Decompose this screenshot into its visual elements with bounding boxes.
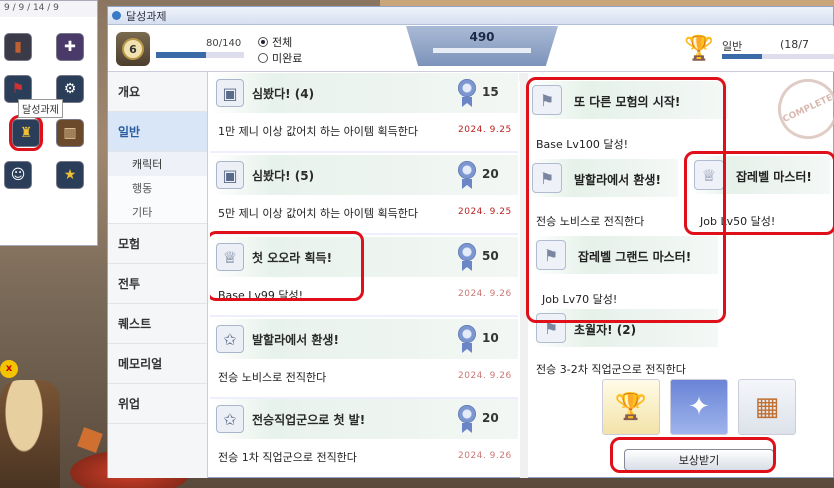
floppy-icon: ▣	[216, 161, 244, 189]
list-item[interactable]: ✩ 발할라에서 환생! 10 전승 노비스로 전직한다 2024. 9.26	[210, 319, 518, 399]
medal-icon	[458, 405, 478, 433]
list-item[interactable]: ▣ 심봤다! (5) 20 5만 제니 이상 값어치 하는 아이템 획득한다 2…	[210, 155, 518, 235]
achievement-window: 달성과제 6 80/140 전체 미완료 490 🏆 일반 (18/7 개요 일…	[107, 6, 834, 478]
highlight-achievement	[9, 115, 43, 151]
map-book-icon[interactable]: ▥	[56, 119, 84, 147]
filter-incomplete[interactable]: 미완료	[258, 50, 302, 66]
progress-bar	[156, 52, 244, 58]
card-points: 15	[482, 85, 499, 99]
sidebar-item-feat[interactable]: 위업	[108, 384, 207, 424]
level-number: 6	[122, 38, 144, 60]
radio-icon[interactable]	[258, 37, 268, 47]
window-titlebar[interactable]: 달성과제	[108, 7, 833, 25]
points-bar	[433, 48, 531, 53]
highlight-aura	[210, 231, 364, 301]
card-date: 2024. 9.26	[458, 289, 512, 299]
sidebar-sub-etc[interactable]: 기타	[108, 200, 207, 224]
tree-scrollbar[interactable]	[519, 73, 527, 81]
card-desc: 5만 제니 이상 값어치 하는 아이템 획득한다	[218, 207, 419, 220]
aura-reward-icon[interactable]: ✦	[670, 379, 728, 435]
card-title: 심봤다! (4)	[252, 87, 315, 101]
sidebar-item-adventure[interactable]: 모험	[108, 224, 207, 264]
filter-all[interactable]: 전체	[258, 34, 292, 50]
filter-all-label: 전체	[272, 36, 293, 49]
card-date: 2024. 9.26	[458, 451, 512, 461]
progress-text: 80/140	[206, 38, 242, 49]
sidebar-item-memorial[interactable]: 메모리얼	[108, 344, 207, 384]
complete-stamp: COMPLETE	[768, 69, 834, 149]
sidebar-item-combat[interactable]: 전투	[108, 264, 207, 304]
card-title: 전승직업군으로 첫 발!	[252, 413, 366, 427]
progress-fill	[156, 52, 207, 58]
quickbar-window: 9 / 9 / 14 / 9 ▮ ✚ ⚑ ⚙ ♜ ▥ ☺ ★ 달성과제	[0, 0, 98, 246]
card-points: 20	[482, 411, 499, 425]
category-sidebar: 개요 일반 캐릭터 행동 기타 모험 전투 퀘스트 메모리얼 위업	[108, 72, 208, 478]
divider	[210, 315, 518, 317]
card-title: 심봤다! (5)	[252, 169, 315, 183]
tooltip: 달성과제	[18, 99, 63, 118]
divider	[210, 151, 518, 153]
level-badge: 6	[116, 32, 150, 66]
card-points: 10	[482, 331, 499, 345]
total-points: 490	[469, 30, 495, 44]
radio-icon[interactable]	[258, 53, 268, 63]
card-desc: 전승 노비스로 전직한다	[218, 371, 327, 384]
card-points: 20	[482, 167, 499, 181]
box-reward-icon[interactable]: ▦	[738, 379, 796, 435]
sidebar-sub-character[interactable]: 캐릭터	[108, 152, 207, 176]
sidebar-item-general[interactable]: 일반	[108, 112, 207, 152]
card-desc: 전승 1차 직업군으로 전직한다	[218, 451, 357, 464]
trophy-icon: 🏆	[684, 34, 714, 62]
medal-icon	[458, 161, 478, 189]
quickbar-stats: 9 / 9 / 14 / 9	[0, 1, 97, 17]
medal-icon	[458, 243, 478, 271]
add-friend-icon[interactable]: ✚	[56, 33, 84, 61]
highlight-job-master	[684, 151, 834, 235]
card-date: 2024. 9.25	[458, 207, 512, 217]
rank-label: 일반	[722, 40, 743, 53]
medal-icon	[458, 325, 478, 353]
detail-panel: COMPLETE ⚑ 또 다른 모험의 시작! Base Lv100 달성! ⚑…	[526, 69, 834, 478]
sidebar-sub-action[interactable]: 행동	[108, 176, 207, 200]
list-item[interactable]: ✩ 전승직업군으로 첫 발! 20 전승 1차 직업군으로 전직한다 2024.…	[210, 399, 518, 478]
emote-icon: x	[0, 360, 18, 378]
game-character	[0, 380, 60, 488]
card-date: 2024. 9.26	[458, 371, 512, 381]
card-points: 50	[482, 249, 499, 263]
guild-icon[interactable]: ★	[56, 161, 84, 189]
floppy-icon: ▣	[216, 79, 244, 107]
highlight-claim	[610, 437, 776, 473]
header: 6 80/140 전체 미완료 490 🏆 일반 (18/7	[108, 26, 834, 72]
trophy-reward-icon[interactable]: 🏆	[602, 379, 660, 435]
tree-node-title: 초월자! (2)	[574, 323, 637, 337]
book-icon[interactable]: ▮	[4, 33, 32, 61]
list-item[interactable]: ▣ 심봤다! (4) 15 1만 제니 이상 값어치 하는 아이템 획득한다 2…	[210, 73, 518, 153]
star-icon: ✩	[216, 325, 244, 353]
party-icon[interactable]: ☺	[4, 161, 32, 189]
star-icon: ✩	[216, 405, 244, 433]
card-desc: 1만 제니 이상 값어치 하는 아이템 획득한다	[218, 125, 419, 138]
card-date: 2024. 9.25	[458, 125, 512, 135]
rank-bar	[722, 54, 834, 59]
tree-node-desc: 전승 3-2차 직업군으로 전직한다	[536, 363, 686, 376]
medal-icon	[458, 79, 478, 107]
window-icon	[112, 11, 121, 20]
sidebar-item-overview[interactable]: 개요	[108, 72, 207, 112]
window-title: 달성과제	[126, 9, 167, 23]
card-title: 발할라에서 환생!	[252, 333, 339, 347]
rank-count: (18/7	[780, 38, 809, 51]
reward-row: 🏆 ✦ ▦	[602, 379, 796, 435]
rank-fill	[722, 54, 762, 59]
achievement-list: ▣ 심봤다! (4) 15 1만 제니 이상 값어치 하는 아이템 획득한다 2…	[210, 73, 518, 478]
filter-incomplete-label: 미완료	[272, 52, 303, 65]
sidebar-item-quest[interactable]: 퀘스트	[108, 304, 207, 344]
